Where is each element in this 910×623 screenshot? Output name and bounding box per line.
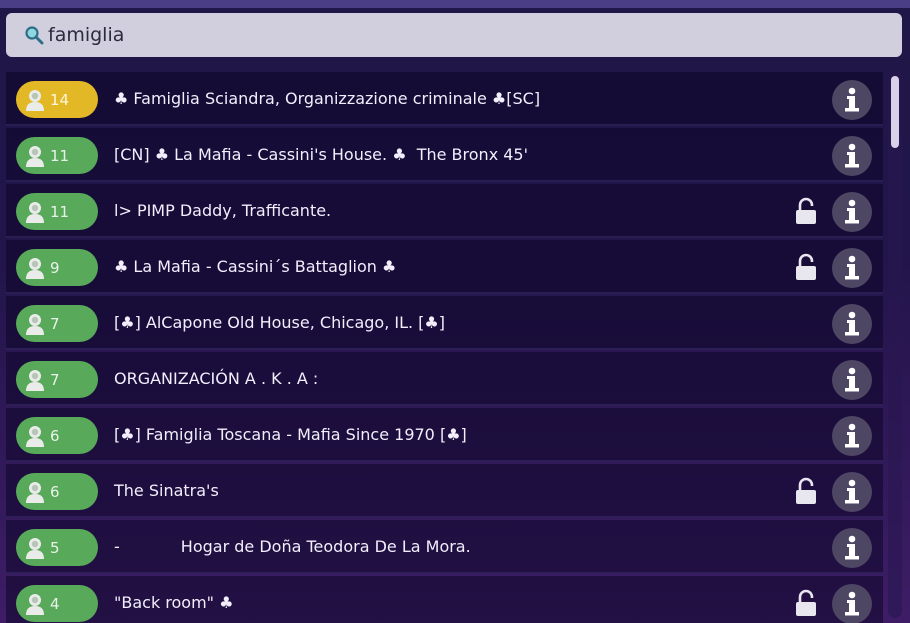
user-count-badge: 7 xyxy=(16,305,98,342)
user-count-badge: 7 xyxy=(16,361,98,398)
top-strip xyxy=(0,0,910,8)
unlocked-padlock-icon xyxy=(794,197,818,225)
room-info-button[interactable] xyxy=(832,136,872,176)
info-icon xyxy=(842,591,862,617)
user-count-badge: 4 xyxy=(16,585,98,622)
search-field[interactable]: famiglia xyxy=(6,13,902,57)
scrollbar[interactable] xyxy=(888,72,902,618)
room-name: [♣] Famiglia Toscana - Mafia Since 1970 … xyxy=(114,425,467,444)
user-count: 6 xyxy=(50,482,60,501)
search-input[interactable]: famiglia xyxy=(48,24,124,46)
room-name: The Sinatra's xyxy=(114,481,219,500)
user-icon xyxy=(24,368,46,392)
unlocked-padlock-icon xyxy=(794,477,818,505)
room-row[interactable]: 11 l> PIMP Daddy, Trafficante. xyxy=(6,184,883,238)
info-icon xyxy=(842,423,862,449)
room-row[interactable]: 7 ORGANIZACIÓN A . K . A : xyxy=(6,352,883,406)
info-icon xyxy=(842,143,862,169)
room-name: "Back room" ♣ xyxy=(114,593,234,612)
room-info-button[interactable] xyxy=(832,192,872,232)
room-info-button[interactable] xyxy=(832,80,872,120)
room-row[interactable]: 14 ♣ Famiglia Sciandra, Organizzazione cr… xyxy=(6,72,883,126)
room-row[interactable]: 5 - Hogar de Doña Teodora De La Mora. xyxy=(6,520,883,574)
user-icon xyxy=(24,536,46,560)
info-icon xyxy=(842,311,862,337)
user-icon xyxy=(24,200,46,224)
user-count-badge: 11 xyxy=(16,193,98,230)
user-count-badge: 6 xyxy=(16,417,98,454)
user-count-badge: 9 xyxy=(16,249,98,286)
user-count-badge: 6 xyxy=(16,473,98,510)
user-count-badge: 11 xyxy=(16,137,98,174)
user-count-badge: 14 xyxy=(16,81,98,118)
room-name: [♣] AlCapone Old House, Chicago, IL. [♣] xyxy=(114,313,445,332)
user-icon xyxy=(24,592,46,616)
room-row[interactable]: 4 "Back room" ♣ xyxy=(6,576,883,623)
info-icon xyxy=(842,255,862,281)
user-count: 9 xyxy=(50,258,60,277)
room-row[interactable]: 7 [♣] AlCapone Old House, Chicago, IL. [♣… xyxy=(6,296,883,350)
user-count: 11 xyxy=(50,202,70,221)
user-icon xyxy=(24,424,46,448)
user-count-badge: 5 xyxy=(16,529,98,566)
room-info-button[interactable] xyxy=(832,472,872,512)
user-icon xyxy=(24,144,46,168)
user-count: 11 xyxy=(50,146,70,165)
info-icon xyxy=(842,87,862,113)
room-row[interactable]: 6 [♣] Famiglia Toscana - Mafia Since 1970… xyxy=(6,408,883,462)
user-icon xyxy=(24,312,46,336)
room-row[interactable]: 6 The Sinatra's xyxy=(6,464,883,518)
info-icon xyxy=(842,367,862,393)
unlocked-padlock-icon xyxy=(794,589,818,617)
room-info-button[interactable] xyxy=(832,528,872,568)
user-count: 7 xyxy=(50,314,60,333)
user-count: 14 xyxy=(50,90,70,109)
user-icon xyxy=(24,480,46,504)
room-name: ♣ Famiglia Sciandra, Organizzazione crim… xyxy=(114,89,541,108)
room-name: [CN] ♣ La Mafia - Cassini's House. ♣ The… xyxy=(114,145,528,164)
room-name: l> PIMP Daddy, Trafficante. xyxy=(114,201,332,220)
room-name: ♣ La Mafia - Cassini´s Battaglion ♣ xyxy=(114,257,397,276)
room-row[interactable]: 9 ♣ La Mafia - Cassini´s Battaglion ♣ xyxy=(6,240,883,294)
user-icon xyxy=(24,256,46,280)
user-count: 4 xyxy=(50,594,60,613)
room-info-button[interactable] xyxy=(832,416,872,456)
room-name: - Hogar de Doña Teodora De La Mora. xyxy=(114,537,471,556)
info-icon xyxy=(842,199,862,225)
room-info-button[interactable] xyxy=(832,584,872,623)
unlocked-padlock-icon xyxy=(794,253,818,281)
room-row[interactable]: 11 [CN] ♣ La Mafia - Cassini's House. ♣ T… xyxy=(6,128,883,182)
info-icon xyxy=(842,479,862,505)
search-icon xyxy=(25,26,44,45)
info-icon xyxy=(842,535,862,561)
room-info-button[interactable] xyxy=(832,304,872,344)
scrollbar-thumb[interactable] xyxy=(891,76,899,148)
user-count: 5 xyxy=(50,538,60,557)
user-count: 7 xyxy=(50,370,60,389)
room-list: 14 ♣ Famiglia Sciandra, Organizzazione cr… xyxy=(6,72,883,623)
room-info-button[interactable] xyxy=(832,248,872,288)
user-icon xyxy=(24,88,46,112)
room-name: ORGANIZACIÓN A . K . A : xyxy=(114,369,319,388)
user-count: 6 xyxy=(50,426,60,445)
room-info-button[interactable] xyxy=(832,360,872,400)
